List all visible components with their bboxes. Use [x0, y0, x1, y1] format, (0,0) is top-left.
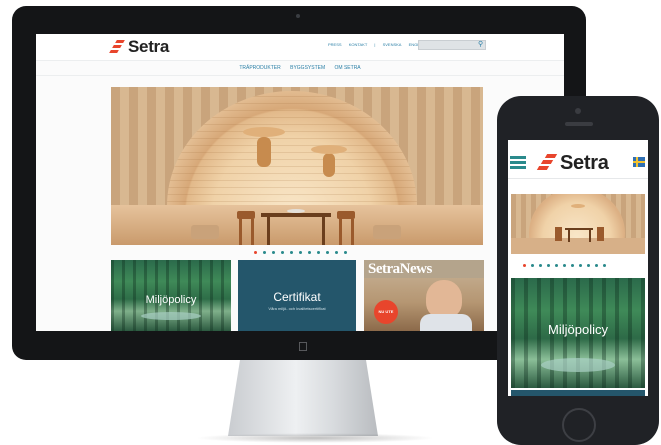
chair — [337, 211, 355, 219]
slide-dot[interactable] — [299, 251, 302, 254]
desktop-website: Setra PRESS KONTAKT | SVENSKA ENGLISH ⚲ … — [36, 34, 564, 331]
slide-dot[interactable] — [571, 264, 574, 267]
slide-dot[interactable] — [531, 264, 534, 267]
bench-cushion — [373, 225, 401, 239]
tile-certifikat-title: Certifikat — [273, 290, 321, 304]
slide-dot[interactable] — [317, 251, 320, 254]
forest-stream — [541, 358, 615, 372]
slide-dot[interactable] — [290, 251, 293, 254]
table-leg — [322, 217, 325, 245]
mobile-tile-miljopolicy-label: Miljöpolicy — [548, 322, 608, 337]
slide-dot[interactable] — [272, 251, 275, 254]
slide-dot[interactable] — [523, 264, 526, 267]
table-bowl — [287, 209, 305, 213]
mobile-tile-miljopolicy[interactable]: Miljöpolicy — [511, 278, 645, 388]
chair-leg — [239, 219, 242, 245]
table-leg — [589, 230, 591, 242]
mobile-next-tile[interactable] — [511, 390, 645, 396]
news-person-shirt — [420, 314, 472, 331]
nav-item-om-setra[interactable]: OM SETRA — [335, 65, 361, 71]
moose-antlers — [243, 127, 285, 137]
slide-dot[interactable] — [547, 264, 550, 267]
tile-miljopolicy-label: Miljöpolicy — [145, 294, 197, 306]
setra-logo-icon[interactable] — [109, 40, 126, 53]
chair-leg — [339, 219, 342, 245]
mobile-hero-image[interactable] — [511, 194, 645, 254]
search-input[interactable] — [418, 40, 486, 50]
hero-slider-image[interactable] — [111, 87, 483, 245]
chair — [597, 227, 604, 241]
chair-leg — [351, 219, 354, 245]
slide-dot[interactable] — [308, 251, 311, 254]
nav-item-byggsystem[interactable]: BYGGSYSTEM — [290, 65, 325, 71]
slide-dot[interactable] — [539, 264, 542, 267]
slide-dot[interactable] — [335, 251, 338, 254]
slide-dot[interactable] — [254, 251, 257, 254]
hero-pagination-dots[interactable] — [254, 251, 347, 254]
top-link-press[interactable]: PRESS — [328, 42, 342, 47]
slide-dot[interactable] — [563, 264, 566, 267]
slide-dot[interactable] — [263, 251, 266, 254]
top-link-divider: | — [374, 42, 376, 47]
moose-trophy — [323, 153, 335, 177]
moose-antlers — [571, 204, 585, 208]
swedish-flag-icon[interactable] — [633, 157, 645, 167]
slide-dot[interactable] — [344, 251, 347, 254]
slide-dot[interactable] — [326, 251, 329, 254]
news-badge: NU UTE — [374, 300, 398, 324]
moose-trophy — [257, 137, 271, 167]
dining-table — [261, 213, 331, 217]
tile-certifikat-subtitle: Våra miljö- och kvalitetscertifikat — [268, 306, 326, 311]
tile-certifikat[interactable]: Certifikat Våra miljö- och kvalitetscert… — [238, 260, 356, 331]
top-link-svenska[interactable]: SVENSKA — [383, 42, 402, 47]
tile-setranews[interactable]: SetraNews NU UTE — [364, 260, 484, 331]
top-link-kontakt[interactable]: KONTAKT — [349, 42, 368, 47]
nav-item-traprodukter[interactable]: TRÄPRODUKTER — [239, 65, 280, 71]
slide-dot[interactable] — [555, 264, 558, 267]
imac-camera — [296, 14, 300, 18]
slide-dot[interactable] — [587, 264, 590, 267]
wooden-floor — [511, 238, 645, 254]
mobile-hero-pagination-dots[interactable] — [523, 264, 606, 267]
mobile-website: Setra Miljöpolicy — [508, 140, 648, 396]
slide-dot[interactable] — [595, 264, 598, 267]
table-leg — [267, 217, 270, 245]
slide-dot[interactable] — [603, 264, 606, 267]
iphone-speaker — [565, 122, 593, 126]
chair — [237, 211, 255, 219]
search-icon[interactable]: ⚲ — [478, 40, 483, 49]
tile-miljopolicy[interactable]: Miljöpolicy — [111, 260, 231, 331]
apple-logo-icon:  — [298, 340, 308, 353]
setra-logo-icon[interactable] — [536, 154, 558, 170]
header-divider — [508, 178, 648, 179]
imac-shadow — [195, 433, 435, 443]
site-header: Setra PRESS KONTAKT | SVENSKA ENGLISH ⚲ — [36, 34, 564, 61]
imac-stand — [228, 360, 378, 436]
top-links: PRESS KONTAKT | SVENSKA ENGLISH — [328, 42, 432, 47]
forest-stream — [141, 312, 201, 320]
hamburger-icon[interactable] — [510, 156, 526, 170]
table-leg — [568, 230, 570, 242]
chair — [555, 227, 562, 241]
slide-dot[interactable] — [579, 264, 582, 267]
brand-logo-text[interactable]: Setra — [560, 152, 609, 175]
chair-leg — [251, 219, 254, 245]
news-person-face — [426, 280, 462, 318]
main-nav: TRÄPRODUKTER BYGGSYSTEM OM SETRA — [36, 61, 564, 76]
slide-dot[interactable] — [281, 251, 284, 254]
tile-setranews-title: SetraNews — [368, 261, 432, 277]
moose-antlers — [311, 145, 347, 154]
brand-logo-text[interactable]: Setra — [128, 37, 169, 57]
iphone-home-button[interactable] — [562, 408, 596, 442]
bench-cushion — [191, 225, 219, 239]
iphone-camera — [575, 108, 581, 114]
